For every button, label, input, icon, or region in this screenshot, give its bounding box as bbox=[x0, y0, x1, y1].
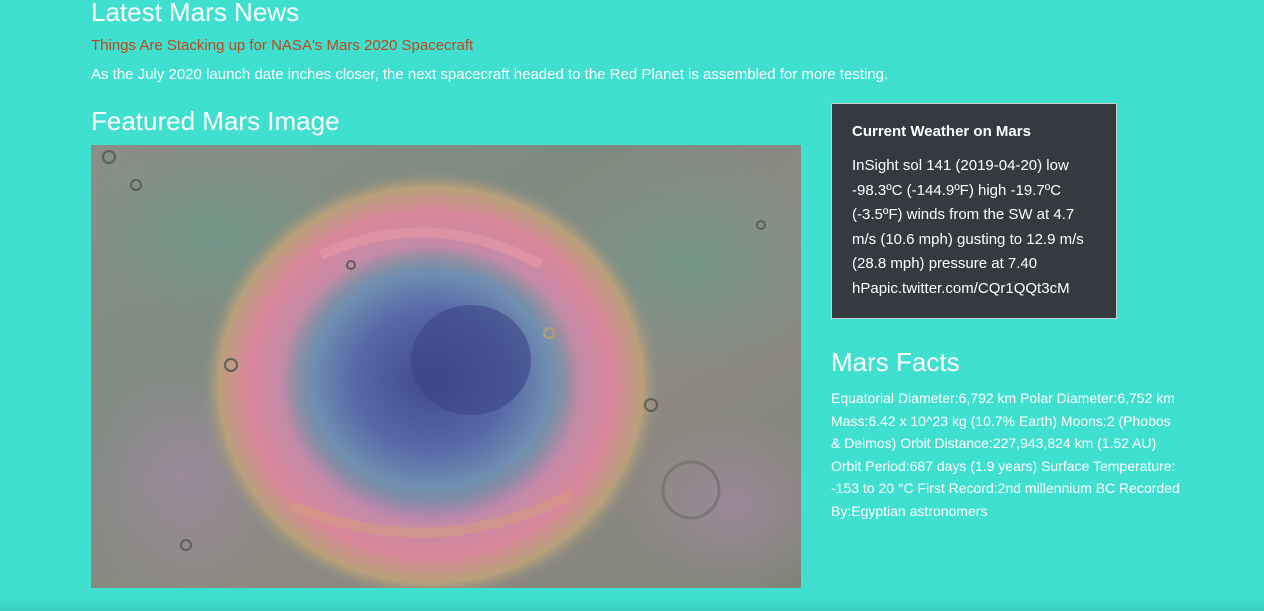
featured-mars-image[interactable] bbox=[91, 145, 801, 588]
weather-text: InSight sol 141 (2019-04-20) low -98.3ºC… bbox=[852, 157, 1084, 297]
mars-facts-text: Equatorial Diameter:6,792 km Polar Diame… bbox=[831, 390, 1180, 519]
featured-image-title: Featured Mars Image bbox=[91, 106, 340, 136]
news-teaser: As the July 2020 launch date inches clos… bbox=[91, 66, 889, 83]
news-headline-link[interactable]: Things Are Stacking up for NASA's Mars 2… bbox=[91, 36, 473, 56]
weather-card: Current Weather on Mars InSight sol 141 … bbox=[831, 103, 1117, 319]
mars-facts-title: Mars Facts bbox=[831, 347, 960, 377]
page: Latest Mars News Things Are Stacking up … bbox=[0, 0, 1264, 611]
news-section-title: Latest Mars News bbox=[91, 0, 300, 27]
weather-card-title: Current Weather on Mars bbox=[852, 123, 1031, 140]
bottom-edge-shadow bbox=[0, 596, 1264, 611]
